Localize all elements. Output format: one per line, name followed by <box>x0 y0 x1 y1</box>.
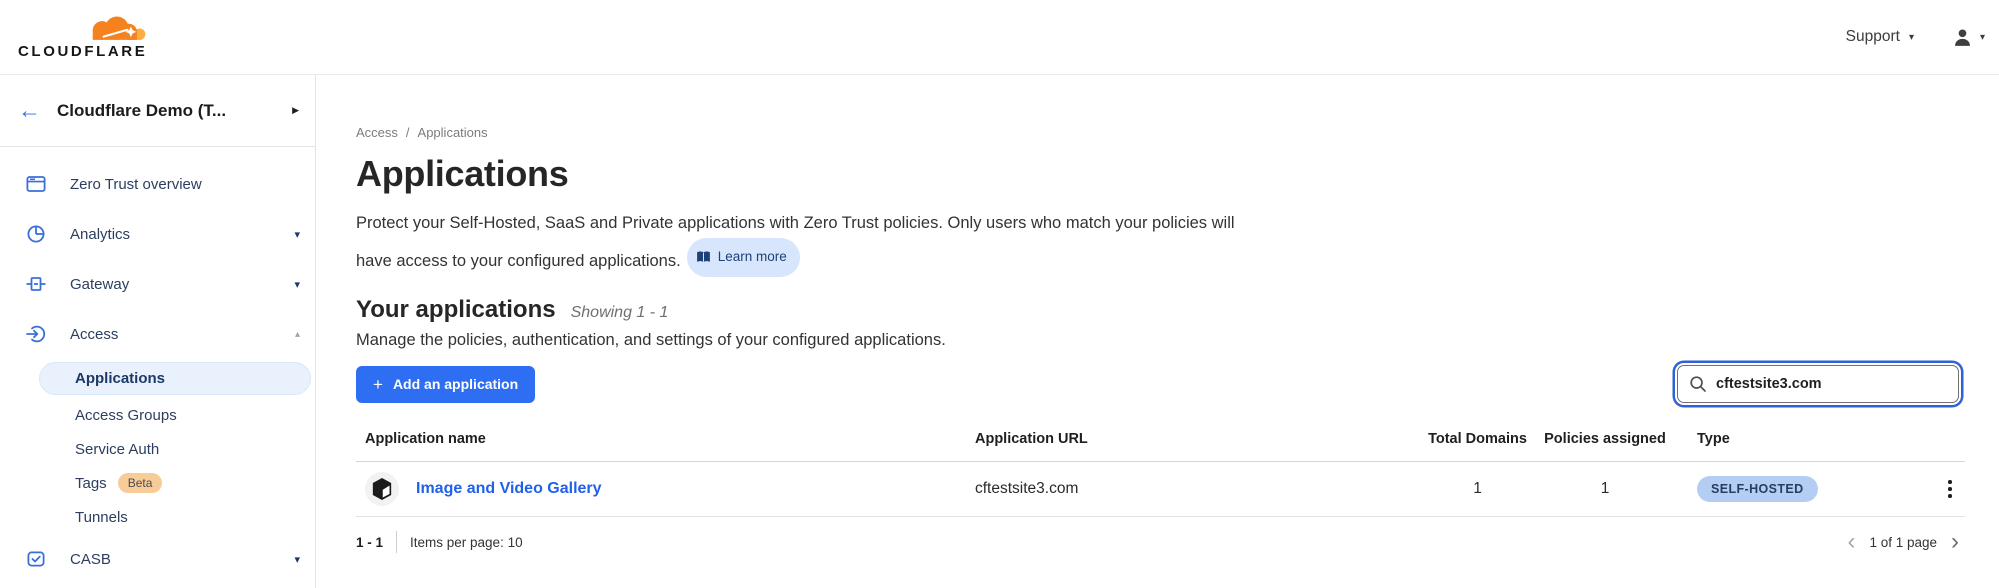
sidebar-item-analytics[interactable]: Analytics ▾ <box>0 209 315 259</box>
support-menu[interactable]: Support ▾ <box>1846 28 1914 46</box>
add-application-label: Add an application <box>393 376 518 392</box>
account-name: Cloudflare Demo (T... <box>57 101 276 121</box>
next-page-icon[interactable]: › <box>1951 532 1959 551</box>
type-badge: SELF-HOSTED <box>1697 476 1818 502</box>
gateway-icon <box>26 274 46 294</box>
page-description: Protect your Self-Hosted, SaaS and Priva… <box>356 208 1251 277</box>
chevron-down-icon: ▾ <box>294 228 300 241</box>
account-header: ← Cloudflare Demo (T... ▶ <box>0 75 315 147</box>
sidebar-item-label: Access <box>70 326 271 343</box>
toolbar: + Add an application <box>356 365 1965 403</box>
sidebar-item-label: Tunnels <box>75 509 128 526</box>
search-input[interactable] <box>1678 376 1958 392</box>
section-header: Your applications Showing 1 - 1 <box>356 296 1965 324</box>
chevron-up-icon: ▴ <box>295 329 300 340</box>
cell-actions <box>1935 475 1965 502</box>
sidebar-item-label: Analytics <box>70 226 270 243</box>
showing-count: Showing 1 - 1 <box>571 304 669 322</box>
search-icon <box>1689 375 1707 393</box>
applications-table: Application name Application URL Total D… <box>356 431 1965 517</box>
sidebar-item-gateway[interactable]: Gateway ▾ <box>0 259 315 309</box>
table-row: Image and Video Gallery cftestsite3.com … <box>356 462 1965 517</box>
pagination: 1 - 1 Items per page: 10 ‹ 1 of 1 page › <box>356 531 1965 553</box>
application-link[interactable]: Image and Video Gallery <box>416 480 602 498</box>
chevron-down-icon: ▾ <box>294 553 300 566</box>
sidebar-item-label: Zero Trust overview <box>70 176 300 193</box>
user-account-menu[interactable]: ▾ <box>1952 27 1989 48</box>
book-icon <box>696 250 711 264</box>
cloudflare-cloud-icon <box>82 15 149 42</box>
beta-badge: Beta <box>118 473 163 494</box>
breadcrumb-separator: / <box>406 125 410 140</box>
sidebar-item-zero-trust-overview[interactable]: Zero Trust overview <box>0 159 315 209</box>
sidebar-item-access[interactable]: Access ▴ <box>0 309 315 359</box>
add-application-button[interactable]: + Add an application <box>356 366 535 403</box>
pagination-right: ‹ 1 of 1 page › <box>1847 532 1965 551</box>
sidebar-nav: Zero Trust overview Analytics ▾ G <box>0 147 315 584</box>
column-header-total-domains: Total Domains <box>1420 431 1535 447</box>
cell-application-name: Image and Video Gallery <box>356 472 975 506</box>
chevron-down-icon: ▾ <box>1909 32 1914 43</box>
column-header-policies-assigned: Policies assigned <box>1535 431 1675 447</box>
column-header-type: Type <box>1697 431 1935 447</box>
sidebar: ← Cloudflare Demo (T... ▶ Zero Trust ove… <box>0 75 316 588</box>
breadcrumb: Access / Applications <box>356 125 1965 140</box>
chevron-right-icon[interactable]: ▶ <box>292 105 299 116</box>
back-arrow-icon[interactable]: ← <box>18 99 41 122</box>
page-status: 1 of 1 page <box>1869 535 1937 550</box>
cell-total-domains: 1 <box>1420 480 1535 498</box>
cell-policies-assigned: 1 <box>1535 480 1675 498</box>
breadcrumb-applications[interactable]: Applications <box>418 125 488 140</box>
breadcrumb-access[interactable]: Access <box>356 125 398 140</box>
sidebar-item-service-auth[interactable]: Service Auth <box>0 432 315 466</box>
window-icon <box>26 174 46 194</box>
pagination-left: 1 - 1 Items per page: 10 <box>356 531 523 553</box>
search-box <box>1677 365 1959 403</box>
learn-more-label: Learn more <box>718 242 787 272</box>
section-description: Manage the policies, authentication, and… <box>356 331 1965 350</box>
sidebar-item-label: Service Auth <box>75 441 159 458</box>
previous-page-icon[interactable]: ‹ <box>1847 532 1855 551</box>
sidebar-item-casb[interactable]: CASB ▾ <box>0 534 315 584</box>
sidebar-item-tags[interactable]: Tags Beta <box>0 466 315 500</box>
cell-application-url: cftestsite3.com <box>975 480 1420 498</box>
sidebar-item-label: Tags <box>75 475 107 492</box>
sidebar-item-tunnels[interactable]: Tunnels <box>0 500 315 534</box>
chevron-down-icon: ▾ <box>294 278 300 291</box>
cloudflare-logo: CLOUDFLARE <box>18 15 168 60</box>
topbar: CLOUDFLARE Support ▾ ▾ <box>0 0 1999 75</box>
sidebar-item-label: Applications <box>75 370 165 387</box>
topbar-actions: Support ▾ ▾ <box>1846 27 1989 48</box>
logo-wordmark: CLOUDFLARE <box>18 43 168 60</box>
login-arrow-icon <box>26 324 46 344</box>
pagination-divider <box>396 531 397 553</box>
casb-check-icon <box>26 549 46 569</box>
column-header-application-url: Application URL <box>975 431 1420 447</box>
table-header-row: Application name Application URL Total D… <box>356 431 1965 462</box>
chevron-down-icon: ▾ <box>1980 32 1985 43</box>
user-icon <box>1952 27 1973 48</box>
cell-type: SELF-HOSTED <box>1697 476 1935 502</box>
section-title: Your applications <box>356 296 556 324</box>
sidebar-item-label: Access Groups <box>75 407 177 424</box>
plus-icon: + <box>373 376 383 393</box>
sidebar-item-label: CASB <box>70 551 270 568</box>
support-label: Support <box>1846 28 1900 46</box>
items-per-page: Items per page: 10 <box>410 535 523 550</box>
sidebar-item-access-groups[interactable]: Access Groups <box>0 398 315 432</box>
kebab-menu-icon[interactable] <box>1943 475 1957 502</box>
pagination-range: 1 - 1 <box>356 535 383 550</box>
column-header-application-name: Application name <box>356 431 975 447</box>
page-title: Applications <box>356 153 1965 195</box>
sidebar-item-applications[interactable]: Applications <box>39 362 311 395</box>
sidebar-item-label: Gateway <box>70 276 270 293</box>
application-cube-icon <box>365 472 399 506</box>
main-content: Access / Applications Applications Prote… <box>316 75 1999 588</box>
pie-chart-icon <box>26 224 46 244</box>
learn-more-button[interactable]: Learn more <box>687 238 800 277</box>
